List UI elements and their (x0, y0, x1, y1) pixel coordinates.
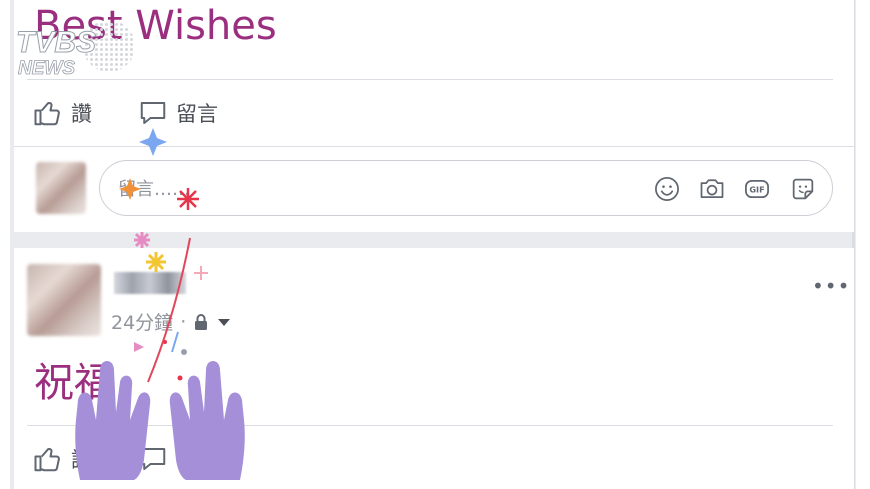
more-options-button[interactable]: ••• (812, 274, 850, 298)
celebration-overlay (75, 128, 245, 480)
camera-icon[interactable] (698, 175, 726, 203)
open-hands-icon (75, 361, 245, 480)
sticker-icon[interactable] (789, 175, 817, 203)
top-post-divider (27, 79, 833, 80)
tvbs-news-logo: TVBS NEWS (16, 22, 135, 78)
svg-text:NEWS: NEWS (18, 58, 75, 78)
emoji-icon[interactable] (653, 175, 681, 203)
thumbs-up-icon (34, 102, 60, 126)
thumbs-up-icon (34, 448, 60, 472)
gif-icon[interactable]: GIF (743, 175, 771, 203)
svg-text:TVBS: TVBS (16, 26, 96, 59)
svg-text:GIF: GIF (749, 185, 764, 195)
